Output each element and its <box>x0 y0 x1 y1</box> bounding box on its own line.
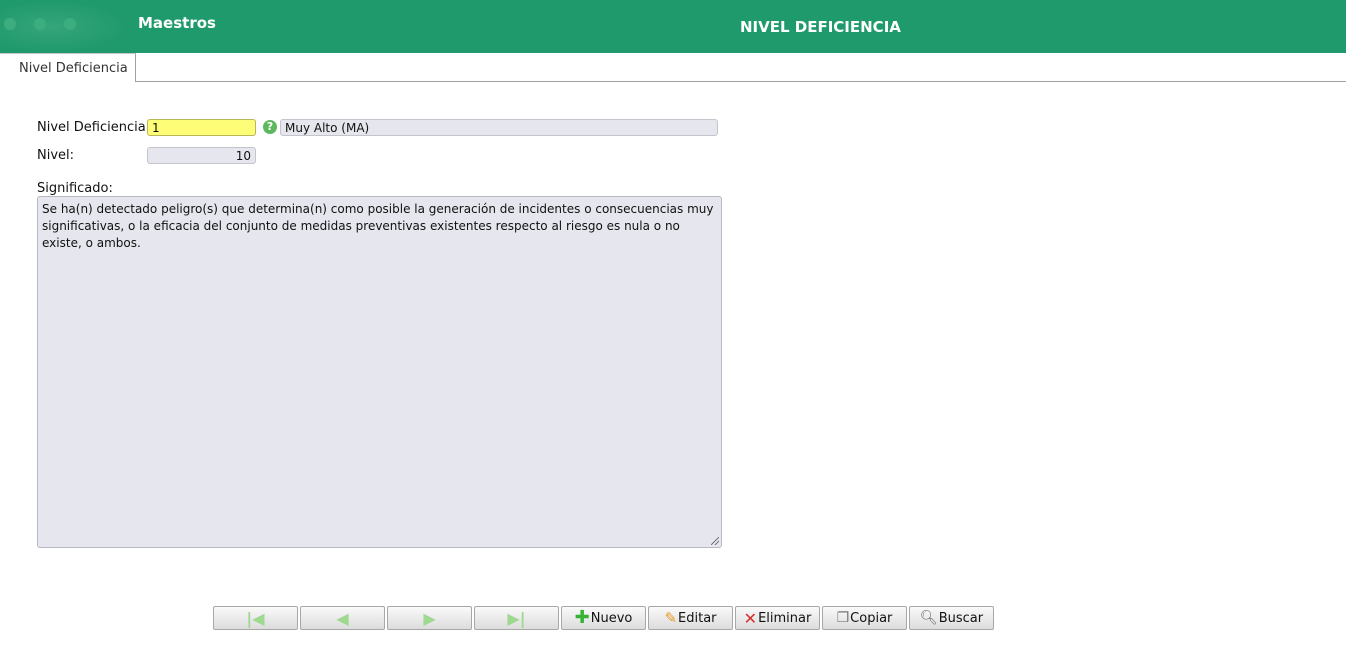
search-icon: 🔍︎ <box>919 610 938 626</box>
nivel-deficiencia-input[interactable]: 1 <box>147 119 256 136</box>
first-icon: |◀ <box>246 608 265 628</box>
arrow-right-icon: ▶ <box>423 608 436 628</box>
resize-handle[interactable] <box>711 537 719 545</box>
app-header: Maestros NIVEL DEFICIENCIA <box>0 0 1346 53</box>
eliminar-label: Eliminar <box>758 610 812 626</box>
pencil-icon: ✎ <box>664 609 678 627</box>
previous-record-button[interactable]: ◀ <box>300 606 385 630</box>
last-icon: ▶| <box>507 608 526 628</box>
buscar-button[interactable]: 🔍︎ Buscar <box>909 606 994 630</box>
help-icon[interactable]: ? <box>263 120 277 134</box>
arrow-left-icon: ◀ <box>336 608 349 628</box>
plus-icon: ✚ <box>574 607 590 628</box>
record-toolbar: |◀ ◀ ▶ ▶| ✚ Nuevo ✎ Editar ✕ Eliminar ❐ Copi… <box>213 606 994 630</box>
window-dots <box>4 18 76 30</box>
app-title[interactable]: Maestros <box>138 14 216 32</box>
window-dot <box>4 18 16 30</box>
nivel-deficiencia-label: Nivel Deficiencia: <box>37 120 151 135</box>
nuevo-button[interactable]: ✚ Nuevo <box>561 606 646 630</box>
editar-label: Editar <box>678 610 717 626</box>
nivel-label: Nivel: <box>37 148 75 163</box>
buscar-label: Buscar <box>938 610 984 626</box>
copiar-button[interactable]: ❐ Copiar <box>822 606 907 630</box>
window-dot <box>64 18 76 30</box>
first-record-button[interactable]: |◀ <box>213 606 298 630</box>
copiar-label: Copiar <box>850 610 893 626</box>
significado-text: Se ha(n) detectado peligro(s) que determ… <box>42 202 714 250</box>
page-title: NIVEL DEFICIENCIA <box>740 18 901 36</box>
nuevo-label: Nuevo <box>590 610 633 626</box>
tab-nivel-deficiencia[interactable]: Nivel Deficiencia <box>0 53 136 82</box>
tab-bar: Nivel Deficiencia <box>0 53 1346 82</box>
editar-button[interactable]: ✎ Editar <box>648 606 733 630</box>
significado-label: Significado: <box>37 181 113 196</box>
next-record-button[interactable]: ▶ <box>387 606 472 630</box>
copy-icon: ❐ <box>836 610 850 626</box>
delete-icon: ✕ <box>743 608 758 628</box>
window-dot <box>34 18 46 30</box>
significado-textarea[interactable]: Se ha(n) detectado peligro(s) que determ… <box>37 196 722 548</box>
nivel-deficiencia-description: Muy Alto (MA) <box>280 119 718 136</box>
last-record-button[interactable]: ▶| <box>474 606 559 630</box>
nivel-field: 10 <box>147 147 256 164</box>
eliminar-button[interactable]: ✕ Eliminar <box>735 606 820 630</box>
